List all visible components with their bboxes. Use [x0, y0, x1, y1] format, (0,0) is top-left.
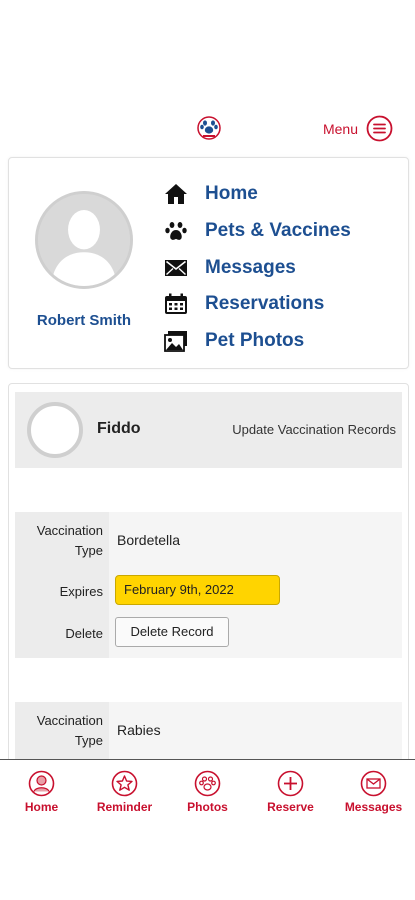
user-circle-icon — [28, 770, 55, 797]
nav-label-pet-photos: Pet Photos — [205, 330, 305, 352]
vaccination-record: Vaccination Type Bordetella Expires Febr… — [15, 512, 402, 658]
paw-circle-icon — [194, 770, 221, 797]
bottom-nav-label: Reminder — [96, 800, 153, 814]
vaccination-type-row: Vaccination Type Rabies — [15, 710, 402, 752]
bottom-nav-messages[interactable]: Messages — [332, 760, 415, 821]
delete-record-button[interactable]: Delete Record — [115, 617, 229, 647]
bottom-nav: Home Reminder Photos Reserve Messages — [0, 759, 415, 821]
update-vaccination-records-link[interactable]: Update Vaccination Records — [232, 422, 396, 437]
nav-label-messages: Messages — [205, 256, 296, 278]
bottom-nav-label: Photos — [187, 800, 228, 814]
star-icon — [111, 770, 138, 797]
home-icon — [163, 182, 189, 206]
top-bar: Menu — [0, 112, 415, 148]
paw-icon — [163, 219, 189, 243]
nav-label-reservations: Reservations — [205, 293, 325, 315]
expires-row: Expires February 9th, 2022 — [15, 574, 402, 608]
vaccination-type-value: Rabies — [117, 722, 161, 738]
person-silhouette-icon — [38, 194, 130, 286]
bottom-nav-photos[interactable]: Photos — [166, 760, 249, 821]
nav-item-pet-photos[interactable]: Pet Photos — [163, 323, 351, 360]
nav-item-pets-vaccines[interactable]: Pets & Vaccines — [163, 213, 351, 250]
nav-item-messages[interactable]: Messages — [163, 249, 351, 286]
expires-label: Expires — [59, 584, 103, 599]
envelope-circle-icon — [360, 770, 387, 797]
bottom-nav-label: Reserve — [267, 800, 314, 814]
pet-avatar[interactable] — [27, 402, 83, 458]
photos-icon — [163, 329, 189, 353]
user-name: Robert Smith — [36, 312, 132, 329]
pet-header: Fiddo Update Vaccination Records — [15, 392, 402, 468]
profile-nav: Home Pets & Vaccines Messages Reservatio… — [163, 176, 351, 359]
nav-item-reservations[interactable]: Reservations — [163, 286, 351, 323]
paw-logo-icon[interactable] — [196, 115, 222, 141]
hamburger-menu-icon — [366, 115, 393, 142]
bottom-nav-home[interactable]: Home — [0, 760, 83, 821]
bottom-nav-label: Home — [24, 800, 59, 814]
vaccination-type-value: Bordetella — [117, 532, 181, 548]
avatar[interactable] — [35, 191, 133, 289]
pet-name: Fiddo — [97, 420, 141, 437]
expires-date-field[interactable]: February 9th, 2022 — [115, 575, 280, 605]
menu-button[interactable]: Menu — [323, 115, 393, 142]
bottom-nav-reserve[interactable]: Reserve — [249, 760, 332, 821]
bottom-nav-reminder[interactable]: Reminder — [83, 760, 166, 821]
delete-label: Delete — [65, 626, 103, 641]
plus-circle-icon — [277, 770, 304, 797]
pet-card: Fiddo Update Vaccination Records Vaccina… — [8, 383, 409, 783]
vaccination-type-label: Vaccination Type — [36, 523, 103, 558]
calendar-icon — [163, 292, 189, 316]
nav-item-home[interactable]: Home — [163, 176, 351, 213]
nav-label-home: Home — [205, 183, 258, 205]
profile-card: Robert Smith Home Pets & Vaccines Messag… — [8, 157, 409, 369]
vaccination-type-label: Vaccination Type — [36, 713, 103, 748]
envelope-icon — [163, 256, 189, 280]
vaccination-type-row: Vaccination Type Bordetella — [15, 520, 402, 562]
delete-row: Delete Delete Record — [15, 616, 402, 650]
bottom-nav-label: Messages — [344, 800, 403, 814]
nav-label-pets-vaccines: Pets & Vaccines — [205, 220, 351, 242]
menu-label: Menu — [322, 120, 358, 137]
